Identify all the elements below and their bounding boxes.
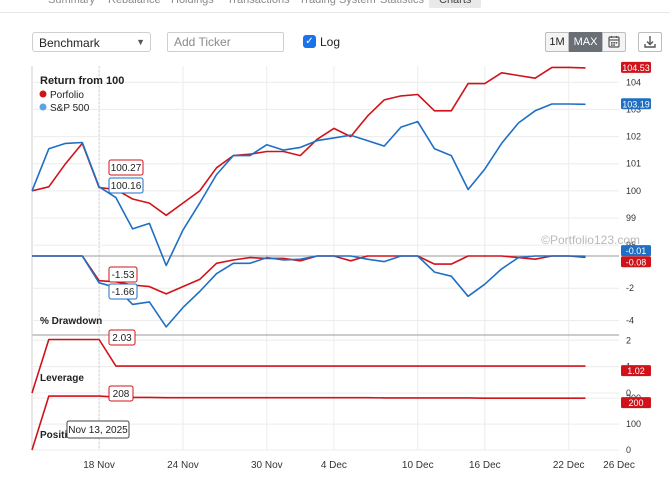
legend-portfolio[interactable]: Porfolio [50,90,84,101]
y-tick-label: 100 [626,419,641,429]
hover-date-label: Nov 13, 2025 [66,420,130,439]
svg-text:2.03: 2.03 [112,333,132,344]
callout-positions: 208 [108,385,134,402]
svg-text:100.27: 100.27 [111,163,142,174]
last-value-label: 103.19 [622,99,650,109]
y-tick-label: -4 [626,315,634,325]
callout-return-portfolio: 100.27 [108,159,144,176]
x-tick-label: 26 Dec [603,460,635,471]
y-tick-label: 100 [626,186,641,196]
charts-area: 9899100101102103104104.53103.19-4-2-0.08… [31,61,651,471]
last-value-label: -0.01 [626,246,647,256]
callout-drawdown-benchmark: -1.66 [108,283,138,300]
x-tick-label: 18 Nov [83,460,115,471]
legend-benchmark-marker [39,103,47,111]
callout-drawdown-portfolio: -1.53 [108,266,138,283]
y-tick-label: -2 [626,283,634,293]
last-value-label: 200 [628,398,643,408]
svg-text:208: 208 [113,389,130,400]
y-tick-label: 2 [626,335,631,345]
y-tick-label: 0 [626,445,631,455]
y-tick-label: 104 [626,77,641,87]
last-value-label: 1.02 [627,366,645,376]
drawdown-panel-title: % Drawdown [40,316,102,327]
leverage-panel-title: Leverage [40,373,84,384]
chart-marks: 9899100101102103104104.53103.19-4-2-0.08… [31,61,651,471]
last-value-label: -0.08 [626,257,647,267]
x-tick-label: 4 Dec [321,460,347,471]
svg-text:-1.66: -1.66 [112,287,135,298]
svg-text:-1.53: -1.53 [112,270,135,281]
callout-leverage: 2.03 [108,329,136,346]
legend-portfolio-marker [39,90,47,98]
x-tick-label: 10 Dec [402,460,434,471]
x-tick-label: 30 Nov [251,460,283,471]
x-tick-label: 22 Dec [553,460,585,471]
svg-text:100.16: 100.16 [111,181,142,192]
return-panel-title: Return from 100 [40,75,124,87]
watermark: ©Portfolio123.com [541,233,640,247]
x-tick-label: 24 Nov [167,460,199,471]
y-tick-label: 102 [626,132,641,142]
last-value-label: 104.53 [622,63,650,73]
y-tick-label: 101 [626,159,641,169]
svg-text:Nov 13, 2025: Nov 13, 2025 [68,425,128,436]
x-tick-label: 16 Dec [469,460,501,471]
callout-return-benchmark: 100.16 [108,177,144,194]
legend-benchmark[interactable]: S&P 500 [50,103,90,114]
y-tick-label: 99 [626,213,636,223]
